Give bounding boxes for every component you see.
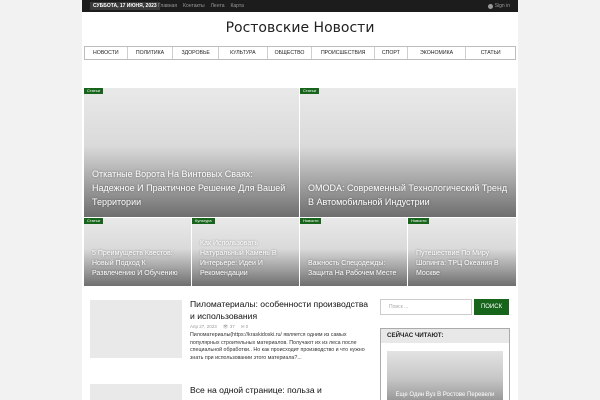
- now-reading-tile[interactable]: Еще Один Вуз В Ростове Перевели На Диста…: [387, 351, 503, 400]
- nav-item-news[interactable]: Новости: [85, 47, 128, 59]
- nav-item-economy[interactable]: Экономика: [408, 47, 467, 59]
- now-reading-heading: СЕЙЧАС ЧИТАЮТ:: [381, 329, 509, 343]
- article-title[interactable]: Пиломатериалы: особенности производства …: [190, 298, 370, 322]
- category-badge[interactable]: Культура: [192, 218, 215, 224]
- views-count: 👁 37: [222, 324, 235, 329]
- nav-item-society[interactable]: Общество: [268, 47, 313, 59]
- nav-item-health[interactable]: Здоровье: [173, 47, 220, 59]
- search-button[interactable]: ПОИСК: [474, 299, 509, 315]
- hero-title[interactable]: 5 Преимуществ Квестов: Новый Подход К Ра…: [92, 249, 185, 279]
- top-link-map[interactable]: Карта: [230, 0, 243, 12]
- hero-tile-5[interactable]: Новости Важность Спецодежды: Защита На Р…: [300, 218, 407, 286]
- article-thumbnail[interactable]: [90, 300, 182, 358]
- nav-item-culture[interactable]: Культура: [219, 47, 268, 59]
- hero-title[interactable]: Откатные Ворота На Винтовых Сваях: Надеж…: [92, 167, 291, 209]
- site-title[interactable]: Ростовские Новости: [82, 20, 518, 36]
- article-date: Апр 27, 2023: [190, 324, 217, 329]
- article-meta: Апр 27, 2023 👁 37 ✉ 0: [190, 324, 248, 330]
- category-badge[interactable]: Статьи: [300, 88, 319, 94]
- views-value: 37: [229, 324, 235, 329]
- hero-title[interactable]: Путешествие По Миру Шопинга: ТРЦ Океания…: [416, 249, 510, 279]
- nav-item-sport[interactable]: Спорт: [375, 47, 408, 59]
- nav-item-politics[interactable]: Политика: [128, 47, 174, 59]
- top-bar: СУББОТА, 17 ИЮНЯ, 2023 Главная Контакты …: [82, 0, 518, 12]
- top-link-feed[interactable]: Лента: [211, 0, 225, 12]
- top-nav: Главная Контакты Лента Карта: [158, 0, 244, 12]
- hero-tile-4[interactable]: Культура Как Использовать Натуральный Ка…: [192, 218, 299, 286]
- nav-item-incidents[interactable]: Происшествия: [312, 47, 376, 59]
- hero-title[interactable]: OMODA: Современный Технологический Тренд…: [308, 181, 508, 209]
- article-thumbnail[interactable]: [90, 384, 182, 400]
- date-badge: СУББОТА, 17 ИЮНЯ, 2023: [90, 2, 160, 10]
- main-nav: Новости Политика Здоровье Культура Общес…: [84, 46, 516, 60]
- comments-count: ✉ 0: [240, 324, 249, 329]
- category-badge[interactable]: Новости: [408, 218, 430, 224]
- comments-value: 0: [245, 324, 249, 329]
- hero-tile-1[interactable]: Статьи Откатные Ворота На Винтовых Сваях…: [84, 88, 299, 217]
- hero-title[interactable]: Как Использовать Натуральный Камень В Ин…: [200, 239, 293, 279]
- top-link-home[interactable]: Главная: [158, 0, 177, 12]
- category-badge[interactable]: Новости: [300, 218, 322, 224]
- page: СУББОТА, 17 ИЮНЯ, 2023 Главная Контакты …: [82, 0, 518, 400]
- hero-tile-3[interactable]: Статьи 5 Преимуществ Квестов: Новый Подх…: [84, 218, 191, 286]
- category-badge[interactable]: Статьи: [84, 88, 103, 94]
- article-title[interactable]: Все на одной странице: польза и: [190, 384, 370, 396]
- nav-item-articles[interactable]: Статьи: [466, 47, 515, 59]
- top-link-contacts[interactable]: Контакты: [183, 0, 205, 12]
- category-badge[interactable]: Статьи: [84, 218, 103, 224]
- now-reading-title[interactable]: Еще Один Вуз В Ростове Перевели На Диста…: [391, 391, 499, 400]
- sign-in-link[interactable]: Sign in: [487, 0, 510, 12]
- article-excerpt: Пиломатериалы(https://kraskidoski.ru/ яв…: [190, 332, 365, 361]
- user-icon: [487, 3, 493, 9]
- search-input[interactable]: [380, 299, 472, 315]
- now-reading-widget: СЕЙЧАС ЧИТАЮТ: Еще Один Вуз В Ростове Пе…: [380, 328, 510, 400]
- hero-tile-6[interactable]: Новости Путешествие По Миру Шопинга: ТРЦ…: [408, 218, 516, 286]
- sign-in-label: Sign in: [494, 3, 510, 9]
- hero-title[interactable]: Важность Спецодежды: Защита На Рабочем М…: [308, 259, 401, 279]
- hero-tile-2[interactable]: Статьи OMODA: Современный Технологически…: [300, 88, 516, 217]
